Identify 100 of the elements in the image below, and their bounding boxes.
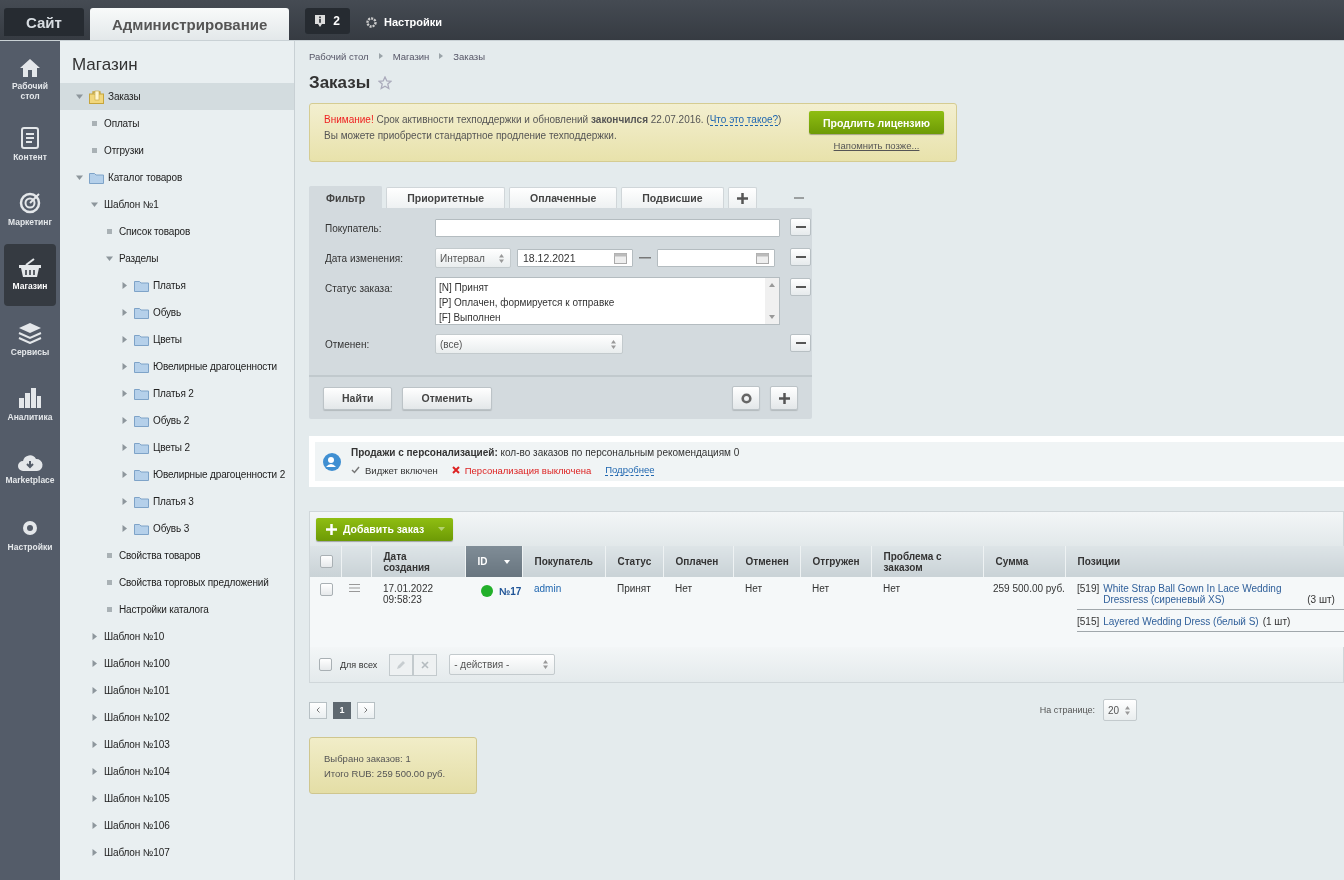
tree-item[interactable]: Шаблон №104 xyxy=(60,758,294,785)
tree-item[interactable]: Обувь xyxy=(60,299,294,326)
nav-item[interactable]: Marketplace xyxy=(4,439,56,501)
star-icon[interactable] xyxy=(378,76,393,90)
caret-right-icon[interactable] xyxy=(90,633,98,640)
tree-item[interactable]: Шаблон №1 xyxy=(60,191,294,218)
caret-down-icon[interactable] xyxy=(75,93,83,100)
filter-button[interactable]: Отменить xyxy=(402,386,492,410)
caret-right-icon[interactable] xyxy=(90,822,98,829)
tree-item[interactable]: Каталог товаров xyxy=(60,164,294,191)
nav-item[interactable]: Рабочий стол xyxy=(4,49,56,111)
tree-item[interactable]: Шаблон №107 xyxy=(60,839,294,866)
column-header[interactable]: Статус xyxy=(605,546,663,577)
tree-item[interactable]: Платья 3 xyxy=(60,488,294,515)
filter-tab[interactable]: Подвисшие xyxy=(621,187,724,208)
add-field-button[interactable] xyxy=(770,386,798,410)
column-header[interactable]: Дата создания xyxy=(371,546,465,577)
tree-item[interactable]: Обувь 2 xyxy=(60,407,294,434)
calendar-icon[interactable] xyxy=(614,252,627,264)
buyer-link[interactable]: admin xyxy=(534,583,562,594)
caret-down-icon[interactable] xyxy=(105,255,113,262)
per-page-select[interactable]: 20 xyxy=(1103,699,1137,721)
top-tab[interactable]: Сайт xyxy=(4,8,84,36)
column-header[interactable]: ID xyxy=(465,546,522,577)
tree-item[interactable]: Настройки каталога xyxy=(60,596,294,623)
checkbox[interactable] xyxy=(320,555,333,568)
nav-item[interactable]: Магазин xyxy=(4,244,56,306)
tree-item[interactable]: Свойства торговых предложений xyxy=(60,569,294,596)
caret-right-icon[interactable] xyxy=(120,309,128,316)
text-field[interactable] xyxy=(435,219,780,237)
caret-right-icon[interactable] xyxy=(120,336,128,343)
tree-item[interactable]: Платья xyxy=(60,272,294,299)
caret-right-icon[interactable] xyxy=(120,525,128,532)
notifications-button[interactable]: 2 xyxy=(305,8,350,34)
filter-button[interactable]: Найти xyxy=(323,386,393,410)
tree-item[interactable]: Заказы xyxy=(60,83,294,110)
nav-item[interactable]: Настройки xyxy=(4,504,56,566)
select-field[interactable]: (все) xyxy=(435,334,623,354)
column-header[interactable]: Покупатель xyxy=(522,546,605,577)
breadcrumb-link[interactable]: Заказы xyxy=(453,50,486,62)
settings-link[interactable]: Настройки xyxy=(365,16,442,28)
tree-item[interactable]: Список товаров xyxy=(60,218,294,245)
caret-right-icon[interactable] xyxy=(90,849,98,856)
tree-item[interactable]: Шаблон №103 xyxy=(60,731,294,758)
tree-item[interactable]: Шаблон №101 xyxy=(60,677,294,704)
page-button[interactable]: 1 xyxy=(333,701,351,719)
tree-item[interactable]: Шаблон №105 xyxy=(60,785,294,812)
tree-item[interactable]: Платья 2 xyxy=(60,380,294,407)
settings-button[interactable] xyxy=(732,386,760,410)
list-option[interactable]: [F] Выполнен xyxy=(439,310,762,325)
tree-item[interactable]: Цветы 2 xyxy=(60,434,294,461)
breadcrumb-link[interactable]: Магазин xyxy=(392,50,430,62)
product-link[interactable]: White Strap Ball Gown In Lace Wedding Dressress (сиреневый XS) xyxy=(1103,583,1304,605)
caret-right-icon[interactable] xyxy=(90,741,98,748)
filter-tab[interactable]: Оплаченные xyxy=(509,187,618,208)
tree-item[interactable]: Разделы xyxy=(60,245,294,272)
list-option[interactable]: [N] Принят xyxy=(439,280,762,295)
tree-item[interactable]: Шаблон №100 xyxy=(60,650,294,677)
date-field[interactable] xyxy=(657,249,775,267)
remove-button[interactable] xyxy=(790,248,811,266)
date-field[interactable]: 18.12.2021 xyxy=(517,249,633,267)
filter-tab[interactable]: Приоритетные xyxy=(386,187,506,208)
nav-item[interactable]: Контент xyxy=(4,114,56,176)
list-option[interactable]: [P] Оплачен, формируется к отправке xyxy=(439,295,762,310)
list-box[interactable]: [N] Принят [P] Оплачен, формируется к отправке [F] Выполнен xyxy=(435,277,780,325)
tree-item[interactable]: Цветы xyxy=(60,326,294,353)
tree-item[interactable]: Ювелирные драгоценности xyxy=(60,353,294,380)
top-tab[interactable]: Администрирование xyxy=(89,8,290,40)
caret-right-icon[interactable] xyxy=(120,417,128,424)
remind-later-link[interactable]: Напомнить позже... xyxy=(833,140,920,151)
caret-right-icon[interactable] xyxy=(120,390,128,397)
column-header[interactable]: Сумма xyxy=(983,546,1065,577)
caret-right-icon[interactable] xyxy=(120,471,128,478)
remove-button[interactable] xyxy=(790,218,811,236)
nav-item[interactable]: Маркетинг xyxy=(4,179,56,241)
caret-right-icon[interactable] xyxy=(90,795,98,802)
actions-select[interactable]: - действия - xyxy=(449,654,556,675)
breadcrumb-link[interactable]: Рабочий стол xyxy=(309,50,369,62)
edit-button[interactable] xyxy=(389,653,414,676)
delete-button[interactable] xyxy=(413,653,438,676)
tree-item[interactable]: Ювелирные драгоценности 2 xyxy=(60,461,294,488)
calendar-icon[interactable] xyxy=(756,252,769,264)
more-link[interactable]: Подробнее xyxy=(605,464,655,476)
caret-right-icon[interactable] xyxy=(90,768,98,775)
caret-right-icon[interactable] xyxy=(120,282,128,289)
previous-page-button[interactable] xyxy=(309,701,327,719)
collapse-button[interactable] xyxy=(794,196,804,199)
column-header[interactable]: Позиции xyxy=(1065,546,1344,577)
select-field[interactable]: Интервал xyxy=(435,248,511,268)
add-tab-button[interactable] xyxy=(727,187,757,208)
checkbox[interactable] xyxy=(320,583,333,596)
caret-right-icon[interactable] xyxy=(120,498,128,505)
tree-item[interactable]: Обувь 3 xyxy=(60,515,294,542)
tree-item[interactable]: Отгрузки xyxy=(60,137,294,164)
tree-item[interactable]: Оплаты xyxy=(60,110,294,137)
remove-button[interactable] xyxy=(790,278,811,296)
column-header[interactable]: Отгружен xyxy=(800,546,871,577)
caret-down-icon[interactable] xyxy=(75,174,83,181)
column-header[interactable]: Оплачен xyxy=(663,546,733,577)
tree-item[interactable]: Шаблон №106 xyxy=(60,812,294,839)
